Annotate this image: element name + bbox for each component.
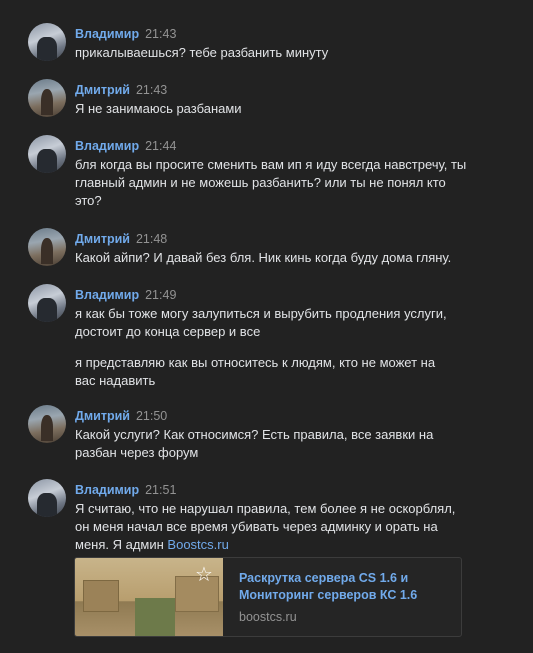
message-time[interactable]: 21:48 xyxy=(136,232,167,246)
message-header: Владимир 21:51 xyxy=(75,481,176,499)
message-time[interactable]: 21:51 xyxy=(145,483,176,497)
message-paragraph: Я считаю, что не нарушал правила, тем бо… xyxy=(75,501,456,552)
avatar[interactable] xyxy=(28,405,66,443)
message-time[interactable]: 21:49 xyxy=(145,288,176,302)
message-text: прикалываешься? тебе разбанить минуту xyxy=(75,45,329,60)
message-text: Какой айпи? И давай без бля. Ник кинь ко… xyxy=(75,250,452,265)
link-preview-domain: boostcs.ru xyxy=(239,610,297,624)
avatar[interactable] xyxy=(28,135,66,173)
author-name[interactable]: Владимир xyxy=(75,139,139,153)
message-header: Владимир 21:44 xyxy=(75,137,176,155)
message-time[interactable]: 21:43 xyxy=(136,83,167,97)
avatar[interactable] xyxy=(28,479,66,517)
message-text: я как бы тоже могу залупиться и вырубить… xyxy=(75,305,470,390)
message-header: Владимир 21:49 xyxy=(75,286,176,304)
author-name[interactable]: Дмитрий xyxy=(75,83,130,97)
message-header: Владимир 21:43 xyxy=(75,25,176,43)
message-header: Дмитрий 21:50 xyxy=(75,407,167,425)
link-preview-image[interactable]: ☆ xyxy=(75,558,223,636)
link-preview-card[interactable]: ☆ Раскрутка сервера CS 1.6 и Мониторинг … xyxy=(74,557,462,637)
author-name[interactable]: Владимир xyxy=(75,288,139,302)
message-text: бля когда вы просите сменить вам ип я ид… xyxy=(75,157,467,208)
message-time[interactable]: 21:50 xyxy=(136,409,167,423)
author-name[interactable]: Дмитрий xyxy=(75,232,130,246)
avatar[interactable] xyxy=(28,79,66,117)
avatar[interactable] xyxy=(28,284,66,322)
message-paragraph: я как бы тоже могу залупиться и вырубить… xyxy=(75,306,447,339)
message-text: Я считаю, что не нарушал правила, тем бо… xyxy=(75,500,470,554)
link-preview-title[interactable]: Раскрутка сервера CS 1.6 и Мониторинг се… xyxy=(239,570,439,604)
message-paragraph: я представляю как вы относитесь к людям,… xyxy=(75,355,436,388)
author-name[interactable]: Владимир xyxy=(75,27,139,41)
avatar[interactable] xyxy=(28,228,66,266)
message-header: Дмитрий 21:48 xyxy=(75,230,167,248)
message-time[interactable]: 21:43 xyxy=(145,27,176,41)
author-name[interactable]: Дмитрий xyxy=(75,409,130,423)
author-name[interactable]: Владимир xyxy=(75,483,139,497)
message-text: Какой услуги? Как относимся? Есть правил… xyxy=(75,427,434,460)
avatar[interactable] xyxy=(28,23,66,61)
message-time[interactable]: 21:44 xyxy=(145,139,176,153)
message-header: Дмитрий 21:43 xyxy=(75,81,167,99)
previous-message-fragment xyxy=(0,0,533,6)
star-icon[interactable]: ☆ xyxy=(193,564,215,586)
message-text: Я не занимаюсь разбанами xyxy=(75,101,242,116)
message-link[interactable]: Boostcs.ru xyxy=(167,537,228,552)
